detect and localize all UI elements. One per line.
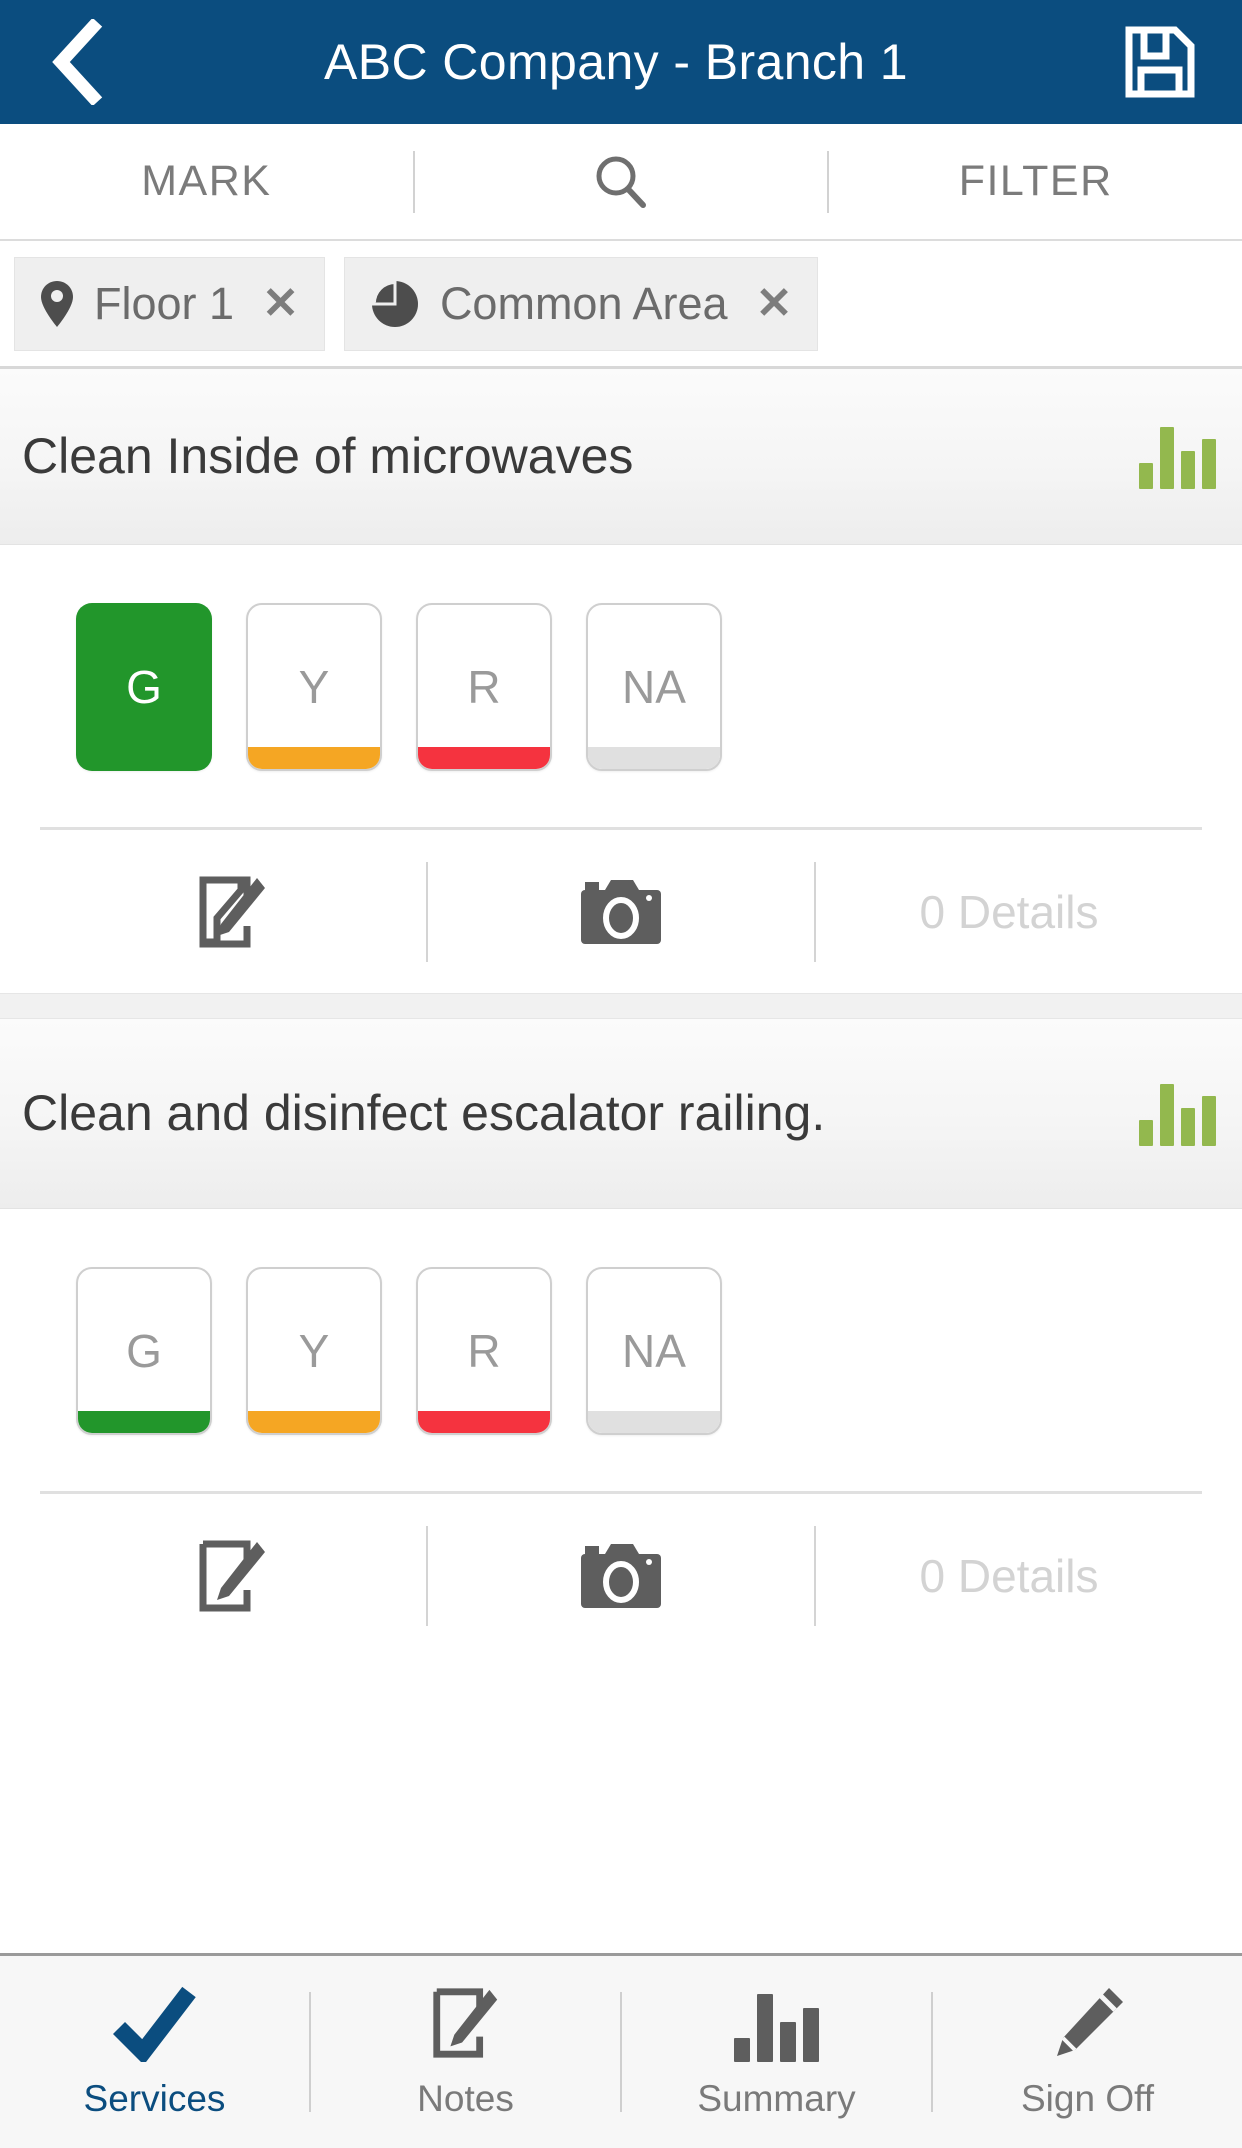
rating-label: G [126, 1325, 162, 1377]
task-actions: 0 Details [40, 827, 1202, 993]
search-icon [596, 156, 646, 208]
rating-group: G Y R NA [0, 1209, 1242, 1435]
nav-label: Summary [697, 2078, 856, 2119]
details-count-label: 0 Details [919, 1549, 1099, 1602]
note-edit-icon [199, 876, 265, 947]
note-edit-icon [428, 1984, 504, 2062]
details-count-label: 0 Details [919, 885, 1099, 938]
rating-label: Y [298, 661, 330, 713]
rating-label: NA [622, 661, 686, 713]
task-separator [0, 993, 1242, 1019]
rating-underline [248, 1411, 380, 1433]
rating-underline [588, 1411, 720, 1433]
rating-button-g[interactable]: G [76, 1267, 212, 1435]
map-pin-icon [41, 280, 73, 327]
nav-item-summary[interactable]: Summary [622, 1956, 931, 2148]
filter-chip-area[interactable]: Common Area ✕ [343, 256, 819, 351]
rating-label: NA [622, 1325, 686, 1377]
task-title: Clean and disinfect escalator railing. [22, 1085, 826, 1141]
app-screen: ABC Company - Branch 1 MARK FILTER Floor… [0, 0, 1242, 2148]
details-button[interactable]: 0 Details [816, 830, 1202, 993]
nav-label: Notes [417, 2078, 514, 2119]
filter-chips: Floor 1 ✕ Common Area ✕ [0, 241, 1242, 369]
add-photo-button[interactable] [428, 830, 814, 993]
rating-underline [78, 1411, 210, 1433]
page-title: ABC Company - Branch 1 [323, 34, 909, 90]
rating-button-r[interactable]: R [416, 603, 552, 771]
action-toolbar: MARK FILTER [0, 124, 1242, 241]
nav-label: Sign Off [1020, 2078, 1154, 2119]
task-body: G Y R NA 0 Details [0, 1209, 1242, 1657]
task-actions: 0 Details [40, 1491, 1202, 1657]
task-header[interactable]: Clean and disinfect escalator railing. [0, 1019, 1242, 1209]
note-edit-icon [199, 1540, 265, 1611]
pencil-icon [1049, 1984, 1127, 2062]
filter-chip-label: Floor 1 [94, 277, 235, 329]
add-note-button[interactable] [40, 830, 426, 993]
camera-icon [581, 1543, 661, 1608]
rating-button-y[interactable]: Y [246, 1267, 382, 1435]
task-list[interactable]: Clean Inside of microwaves G Y R NA 0 De… [0, 369, 1242, 2148]
nav-item-services[interactable]: Services [0, 1956, 309, 2148]
search-button[interactable] [415, 124, 828, 239]
nav-label: Services [83, 2078, 226, 2119]
filter-button[interactable]: FILTER [829, 124, 1242, 239]
filter-chip-remove[interactable]: ✕ [756, 281, 793, 326]
add-photo-button[interactable] [428, 1494, 814, 1657]
bar-chart-icon[interactable] [1139, 1082, 1216, 1146]
bottom-navigation: Services Notes Summary Sign Off [0, 1953, 1242, 2148]
task-card: Clean Inside of microwaves G Y R NA 0 De… [0, 369, 1242, 993]
rating-label: Y [298, 1325, 330, 1377]
add-note-button[interactable] [40, 1494, 426, 1657]
rating-underline [588, 747, 720, 769]
rating-button-y[interactable]: Y [246, 603, 382, 771]
rating-label: G [126, 661, 162, 713]
task-card: Clean and disinfect escalator railing. G… [0, 1019, 1242, 1657]
app-header: ABC Company - Branch 1 [0, 0, 1242, 124]
chevron-left-icon [52, 19, 103, 105]
bar-chart-icon [734, 1984, 819, 2062]
filter-chip-label: Common Area [439, 277, 728, 329]
mark-button[interactable]: MARK [0, 124, 413, 239]
check-icon [112, 1984, 197, 2062]
rating-underline [418, 747, 550, 769]
filter-chip-remove[interactable]: ✕ [262, 281, 299, 326]
pie-chart-icon [371, 279, 418, 327]
rating-label: R [467, 661, 501, 713]
filter-chip-floor[interactable]: Floor 1 ✕ [14, 256, 325, 351]
rating-underline [248, 747, 380, 769]
rating-group: G Y R NA [0, 545, 1242, 771]
rating-label: R [467, 1325, 501, 1377]
details-button[interactable]: 0 Details [816, 1494, 1202, 1657]
nav-item-signoff[interactable]: Sign Off [933, 1956, 1242, 2148]
save-floppy-icon [1125, 26, 1195, 98]
bar-chart-icon[interactable] [1139, 425, 1216, 489]
rating-button-g[interactable]: G [76, 603, 212, 771]
task-title: Clean Inside of microwaves [22, 428, 634, 484]
camera-icon [581, 879, 661, 944]
rating-button-r[interactable]: R [416, 1267, 552, 1435]
rating-button-na[interactable]: NA [586, 1267, 722, 1435]
back-button[interactable] [34, 19, 120, 105]
task-body: G Y R NA 0 Details [0, 545, 1242, 993]
task-header[interactable]: Clean Inside of microwaves [0, 369, 1242, 545]
save-button[interactable] [1112, 19, 1208, 105]
rating-button-na[interactable]: NA [586, 603, 722, 771]
rating-underline [418, 1411, 550, 1433]
nav-item-notes[interactable]: Notes [311, 1956, 620, 2148]
